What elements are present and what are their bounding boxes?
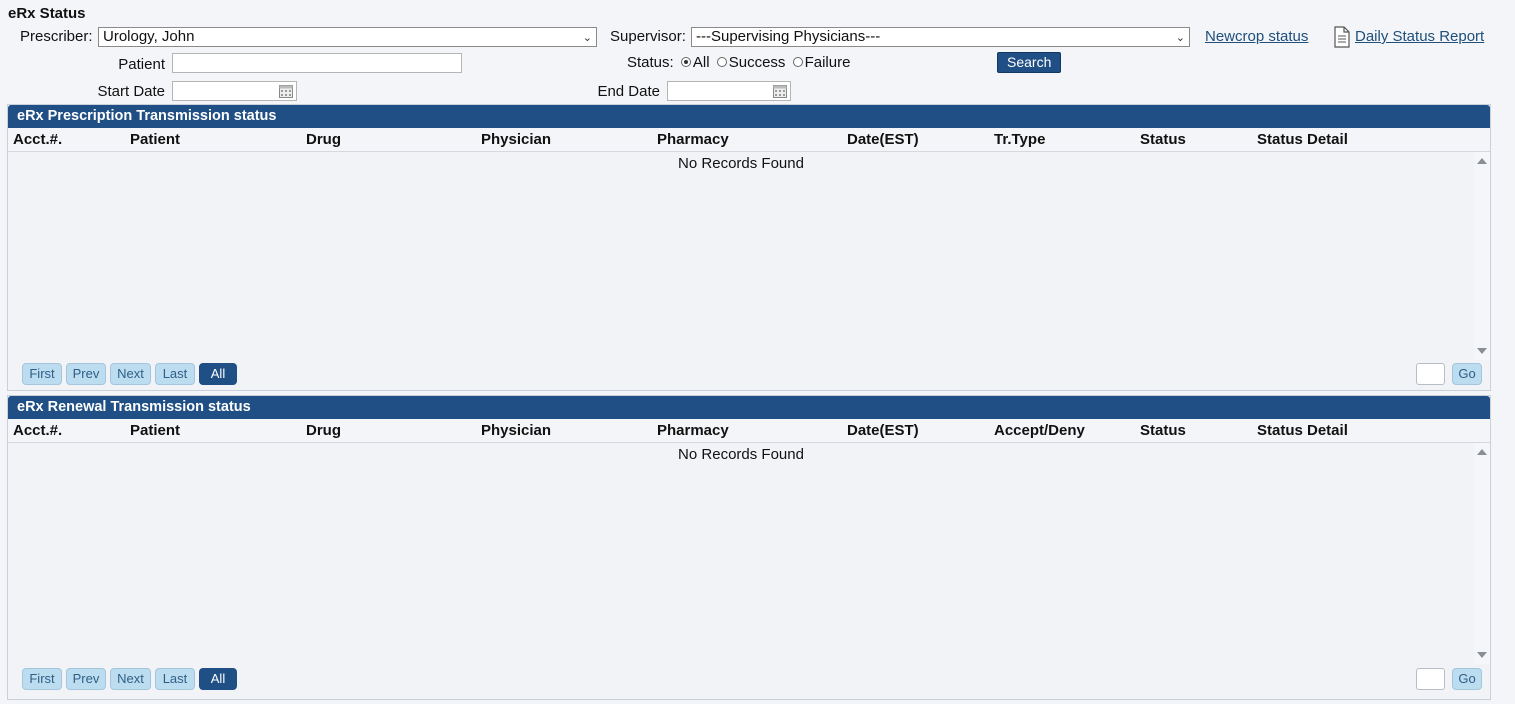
pager-last-button[interactable]: Last <box>155 668 195 690</box>
status-radio-success[interactable] <box>716 57 727 68</box>
calendar-icon[interactable] <box>772 83 788 99</box>
renewal-grid-body: No Records Found <box>8 443 1490 664</box>
column-patient[interactable]: Patient <box>130 422 180 439</box>
status-option-success: Success <box>728 54 786 71</box>
daily-status-report-link[interactable]: Daily Status Report <box>1355 28 1484 45</box>
end-date-input[interactable] <box>667 81 791 101</box>
start-date-input[interactable] <box>172 81 297 101</box>
column-acct[interactable]: Acct.#. <box>13 131 62 148</box>
pager-next-button[interactable]: Next <box>110 668 151 690</box>
patient-label: Patient <box>118 56 165 73</box>
column-status[interactable]: Status <box>1140 131 1186 148</box>
column-patient[interactable]: Patient <box>130 131 180 148</box>
supervisor-select[interactable]: ---Supervising Physicians--- ⌄ <box>691 27 1190 47</box>
supervisor-label: Supervisor: <box>610 28 686 45</box>
pager-first-button[interactable]: First <box>22 668 62 690</box>
scroll-up-icon[interactable] <box>1477 449 1487 455</box>
status-filter: Status: All Success Failure <box>627 54 850 71</box>
column-status-detail[interactable]: Status Detail <box>1257 131 1348 148</box>
status-option-failure: Failure <box>804 54 851 71</box>
go-button[interactable]: Go <box>1452 363 1482 385</box>
column-physician[interactable]: Physician <box>481 422 551 439</box>
pager-prev-button[interactable]: Prev <box>66 668 106 690</box>
calendar-icon[interactable] <box>278 83 294 99</box>
pager-prev-button[interactable]: Prev <box>66 363 106 385</box>
status-radio-all[interactable] <box>680 57 691 68</box>
scroll-up-icon[interactable] <box>1477 158 1487 164</box>
scroll-down-icon[interactable] <box>1477 348 1487 354</box>
document-icon[interactable] <box>1333 26 1351 48</box>
status-option-all: All <box>692 54 710 71</box>
renewal-panel-title: eRx Renewal Transmission status <box>8 396 1490 419</box>
column-accept-deny[interactable]: Accept/Deny <box>994 422 1085 439</box>
chevron-down-icon: ⌄ <box>1175 32 1185 44</box>
column-pharmacy[interactable]: Pharmacy <box>657 422 729 439</box>
column-status[interactable]: Status <box>1140 422 1186 439</box>
renewal-status-panel: eRx Renewal Transmission status Acct.#. … <box>7 395 1491 700</box>
prescription-status-panel: eRx Prescription Transmission status Acc… <box>7 104 1491 391</box>
column-tr-type[interactable]: Tr.Type <box>994 131 1045 148</box>
prescriber-label: Prescriber: <box>20 28 93 45</box>
renewal-column-header: Acct.#. Patient Drug Physician Pharmacy … <box>8 419 1490 443</box>
column-acct[interactable]: Acct.#. <box>13 422 62 439</box>
column-drug[interactable]: Drug <box>306 131 341 148</box>
newcrop-status-link[interactable]: Newcrop status <box>1205 28 1308 45</box>
prescription-column-header: Acct.#. Patient Drug Physician Pharmacy … <box>8 128 1490 152</box>
prescription-panel-title: eRx Prescription Transmission status <box>8 105 1490 128</box>
page-title: eRx Status <box>8 5 86 22</box>
empty-message: No Records Found <box>678 446 804 463</box>
pager-next-button[interactable]: Next <box>110 363 151 385</box>
page-number-input[interactable] <box>1416 363 1445 385</box>
column-physician[interactable]: Physician <box>481 131 551 148</box>
column-date[interactable]: Date(EST) <box>847 422 919 439</box>
start-date-label: Start Date <box>97 83 165 100</box>
chevron-down-icon: ⌄ <box>582 32 592 44</box>
go-button[interactable]: Go <box>1452 668 1482 690</box>
pager-first-button[interactable]: First <box>22 363 62 385</box>
prescriber-select[interactable]: Urology, John ⌄ <box>98 27 597 47</box>
search-button[interactable]: Search <box>997 52 1061 73</box>
pager-last-button[interactable]: Last <box>155 363 195 385</box>
pager-all-button[interactable]: All <box>199 363 237 385</box>
column-status-detail[interactable]: Status Detail <box>1257 422 1348 439</box>
column-date[interactable]: Date(EST) <box>847 131 919 148</box>
supervisor-value: ---Supervising Physicians--- <box>696 28 881 45</box>
status-label: Status: <box>627 54 674 71</box>
empty-message: No Records Found <box>678 155 804 172</box>
column-drug[interactable]: Drug <box>306 422 341 439</box>
column-pharmacy[interactable]: Pharmacy <box>657 131 729 148</box>
scrollbar[interactable] <box>1474 443 1490 664</box>
scrollbar[interactable] <box>1474 152 1490 360</box>
pager-all-button[interactable]: All <box>199 668 237 690</box>
prescriber-value: Urology, John <box>103 28 195 45</box>
end-date-label: End Date <box>597 83 660 100</box>
patient-input[interactable] <box>172 53 462 73</box>
scroll-down-icon[interactable] <box>1477 652 1487 658</box>
page-number-input[interactable] <box>1416 668 1445 690</box>
prescription-grid-body: No Records Found <box>8 152 1490 360</box>
status-radio-failure[interactable] <box>792 57 803 68</box>
